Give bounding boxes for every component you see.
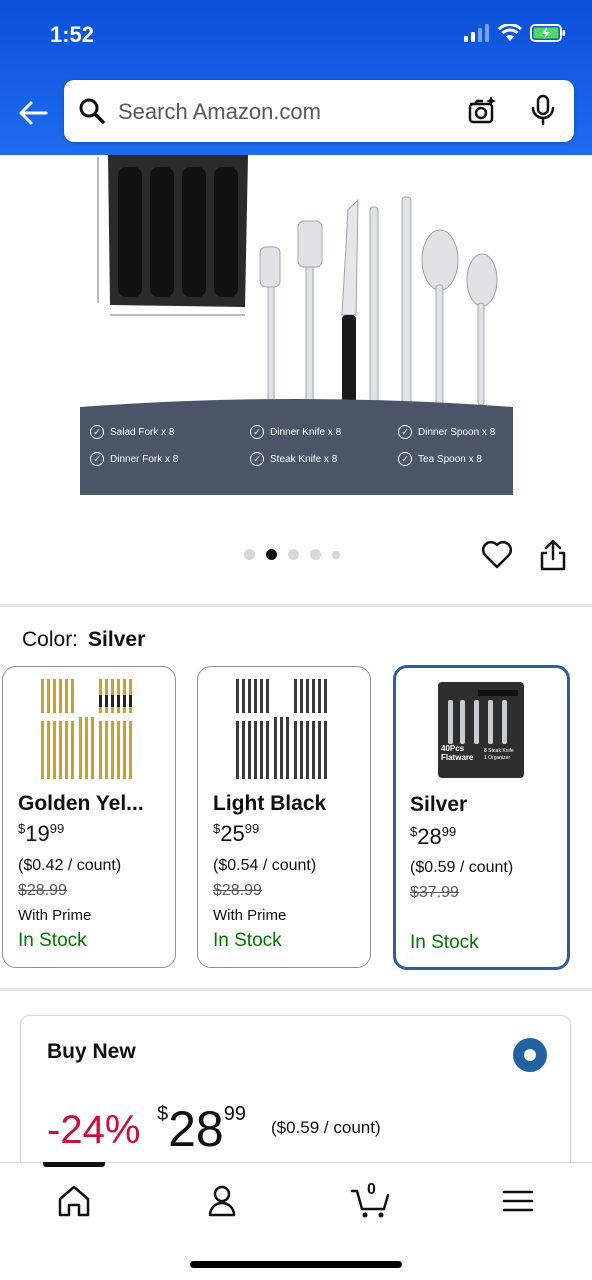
option-price: $1999 [18,821,65,846]
silver-flatware-icon [448,690,518,744]
check-circle-icon: ✓ [250,425,264,439]
option-list-price: $28.99 [213,882,262,899]
buy-new-price: $2899 [157,1101,246,1157]
camera-search-icon[interactable] [466,94,498,126]
thumb-label: 40Pcs [441,744,465,753]
legend-item: ✓ Salad Fork x 8 [90,425,174,439]
bottom-navigation: 0 [0,1162,592,1280]
account-icon[interactable] [202,1181,242,1221]
home-icon[interactable] [54,1181,94,1221]
carousel-dot[interactable] [288,549,299,560]
cart-count: 0 [367,1181,376,1198]
active-tab-indicator [43,1162,105,1167]
option-name: Golden Yel... [18,792,144,815]
color-label-row: Color: Silver [22,628,145,652]
buy-new-unit-price: ($0.59 / count) [271,1118,381,1137]
carousel-dot-active[interactable] [266,549,277,560]
search-bar[interactable]: Search Amazon.com [64,80,574,142]
legend-item: ✓ Dinner Fork x 8 [90,452,178,466]
flatware-organizer-illustration [80,155,513,415]
option-price: $2599 [213,821,260,846]
battery-icon [530,24,565,42]
menu-icon[interactable] [498,1181,538,1221]
legend-item: ✓ Steak Knife x 8 [250,452,337,466]
option-unit-price: ($0.54 / count) [213,857,317,874]
check-circle-icon: ✓ [398,452,412,466]
carousel-dots[interactable] [244,549,340,560]
silver-organizer-thumbnail: 40Pcs Flatware 8 Steak Knife 1 Organizer [438,682,524,778]
microphone-icon[interactable] [530,94,556,126]
share-icon[interactable] [539,538,567,572]
carousel-dot[interactable] [310,549,321,560]
legend-item: ✓ Dinner Knife x 8 [250,425,341,439]
divider [0,988,592,991]
signal-icon [464,24,489,42]
buy-new-title: Buy New [47,1040,136,1063]
golden-flatware-thumbnail [41,679,132,779]
color-option-card-light-black[interactable]: Light Black $2599 ($0.54 / count) $28.99… [197,666,371,968]
color-value: Silver [88,628,146,651]
check-circle-icon: ✓ [398,425,412,439]
option-prime-label: With Prime [213,907,287,924]
app-header: 1:52 Search Amazon.com [0,0,592,155]
color-label: Color: [22,628,79,651]
legend-item: ✓ Dinner Spoon x 8 [398,425,495,439]
option-unit-price: ($0.42 / count) [18,857,122,874]
back-arrow-icon[interactable] [16,96,50,130]
home-indicator [190,1261,402,1268]
option-name: Light Black [213,792,327,815]
thumb-label: Flatware [441,753,474,762]
black-flatware-thumbnail [236,679,327,779]
legend-item: ✓ Tea Spoon x 8 [398,452,482,466]
color-option-card-golden[interactable]: Golden Yel... $1999 ($0.42 / count) $28.… [2,666,176,968]
option-stock-status: In Stock [18,930,87,951]
product-image[interactable]: ✓ Salad Fork x 8 ✓ Dinner Knife x 8 ✓ Dinne… [80,155,513,495]
option-prime-label: With Prime [18,907,92,924]
product-image-legend: ✓ Salad Fork x 8 ✓ Dinner Knife x 8 ✓ Dinne… [80,407,513,495]
check-circle-icon: ✓ [90,425,104,439]
thumb-label: 8 Steak Knife [484,748,514,754]
radio-dot [524,1049,536,1061]
option-name: Silver [410,793,468,816]
option-price: $2899 [410,824,457,849]
thumb-label: 1 Organizer [484,755,511,761]
check-circle-icon: ✓ [90,452,104,466]
wifi-icon [498,24,522,41]
option-list-price: $28.99 [18,882,67,899]
carousel-dot[interactable] [332,550,340,559]
cart-button[interactable]: 0 [350,1181,394,1221]
search-input[interactable]: Search Amazon.com [118,99,321,125]
status-icons [464,24,566,42]
option-stock-status: In Stock [213,930,282,951]
carousel-dot[interactable] [244,549,255,560]
option-list-price: $37.99 [410,884,459,901]
divider [0,604,592,607]
buy-new-box[interactable]: Buy New -24% $2899 ($0.59 / count) [20,1015,571,1185]
status-time: 1:52 [50,22,95,47]
buy-new-radio[interactable] [513,1038,547,1072]
heart-icon[interactable] [481,540,513,570]
option-unit-price: ($0.59 / count) [410,859,514,876]
color-option-card-silver[interactable]: 40Pcs Flatware 8 Steak Knife 1 Organizer… [393,665,570,970]
option-stock-status: In Stock [410,932,479,953]
discount-percent: -24% [47,1108,141,1152]
check-circle-icon: ✓ [250,452,264,466]
search-icon [79,98,105,124]
